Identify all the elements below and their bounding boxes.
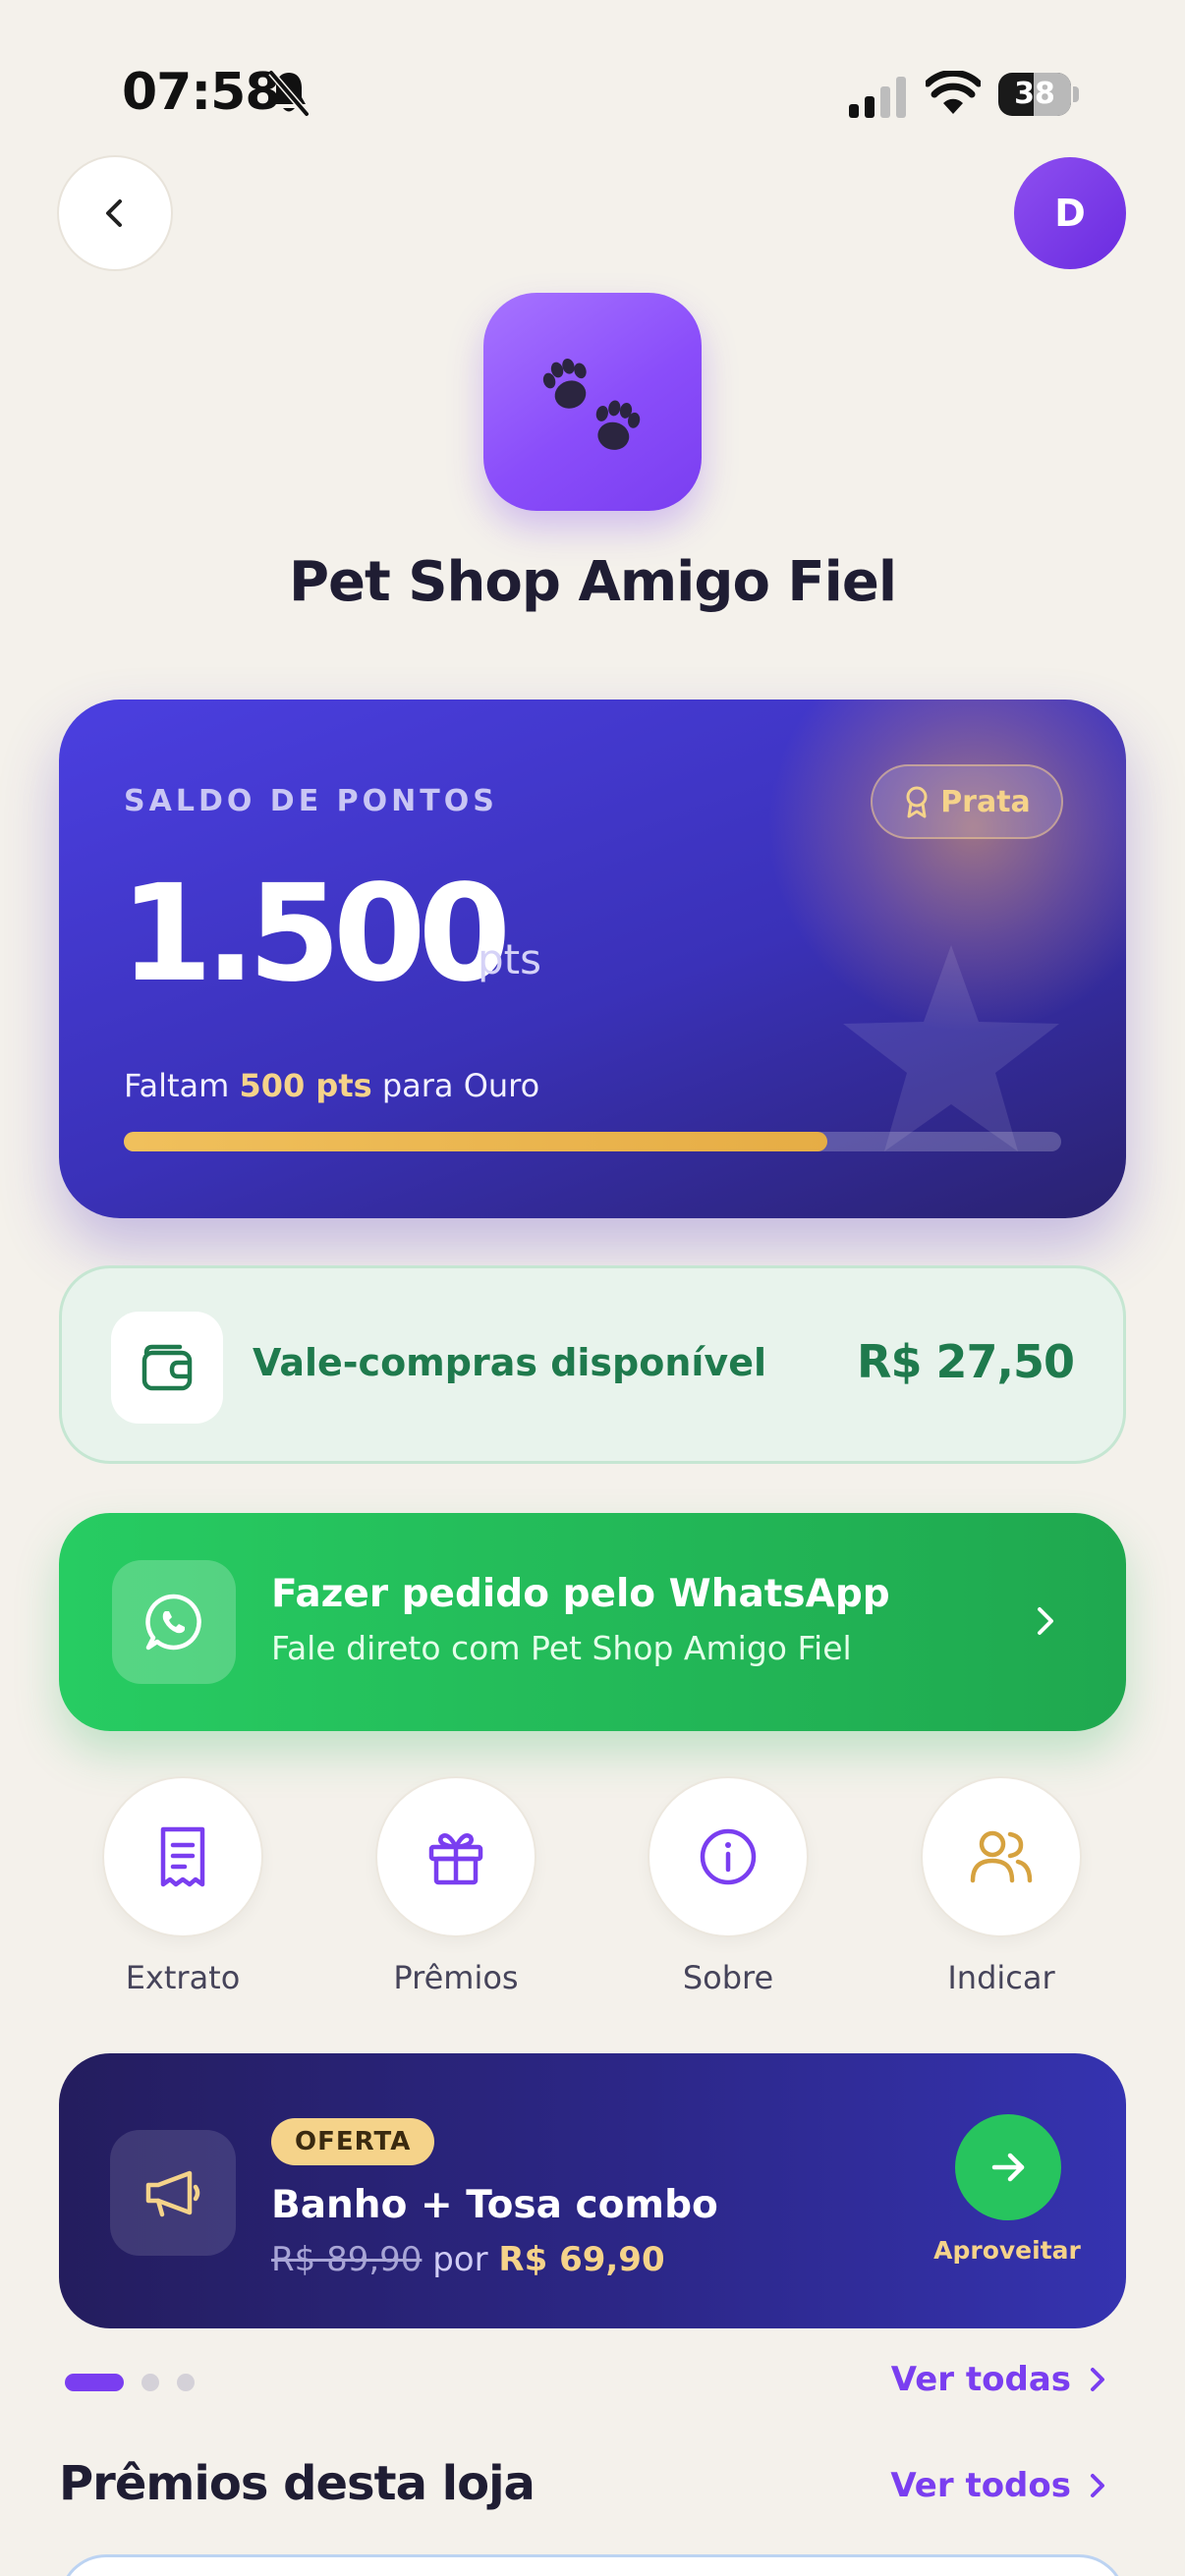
quick-action-extrato[interactable]: Extrato <box>102 1776 263 1996</box>
extrato-label: Extrato <box>125 1959 241 1996</box>
promo-cta-button[interactable] <box>955 2114 1061 2220</box>
reward-card[interactable] <box>59 2554 1126 2576</box>
progress-prefix: Faltam <box>124 1067 240 1104</box>
new-price: R$ 69,90 <box>498 2240 665 2279</box>
progress-highlight: 500 pts <box>239 1067 372 1104</box>
progress-suffix: para Ouro <box>371 1067 540 1104</box>
whatsapp-title: Fazer pedido pelo WhatsApp <box>271 1572 890 1616</box>
wallet-icon-box <box>111 1312 223 1424</box>
status-bar: 07:58 38 <box>0 0 1185 147</box>
gift-icon <box>428 1833 483 1885</box>
store-logo <box>483 293 702 511</box>
cell-signal-icon <box>849 77 906 118</box>
arrow-right-icon <box>991 2153 1025 2182</box>
whatsapp-icon-box <box>112 1560 236 1684</box>
avatar[interactable]: D <box>1014 157 1126 269</box>
receipt-icon <box>160 1826 205 1887</box>
progress-fill <box>124 1132 827 1151</box>
back-button[interactable] <box>57 155 173 271</box>
view-all-offers-link[interactable]: Ver todas <box>891 2360 1110 2399</box>
chevron-right-icon <box>1091 2368 1104 2391</box>
points-value: 1.500 <box>120 857 511 1012</box>
voucher-amount: R$ 27,50 <box>857 1335 1075 1388</box>
voucher-banner[interactable]: Vale-compras disponível R$ 27,50 <box>59 1265 1126 1464</box>
battery-icon: 38 <box>998 73 1079 116</box>
megaphone-icon <box>145 2170 200 2217</box>
indicar-button[interactable] <box>921 1776 1082 1937</box>
progress-track <box>124 1132 1061 1151</box>
premios-button[interactable] <box>375 1776 536 1937</box>
promo-price: R$ 89,90 por R$ 69,90 <box>271 2240 665 2279</box>
quick-action-indicar[interactable]: Indicar <box>921 1776 1082 1996</box>
voucher-label: Vale-compras disponível <box>253 1341 767 1384</box>
extrato-button[interactable] <box>102 1776 263 1937</box>
offer-badge: OFERTA <box>271 2118 435 2165</box>
wifi-icon <box>926 71 981 114</box>
wallet-icon <box>141 1344 193 1391</box>
info-icon <box>700 1828 757 1885</box>
view-all-offers-label: Ver todas <box>890 2360 1071 2399</box>
old-price: R$ 89,90 <box>271 2240 423 2279</box>
star-icon <box>843 945 1059 1151</box>
rewards-section-title: Prêmios desta loja <box>59 2456 536 2511</box>
quick-action-sobre[interactable]: Sobre <box>648 1776 809 1996</box>
status-time: 07:58 <box>122 63 281 122</box>
paw-icon <box>542 358 641 450</box>
premios-label: Prêmios <box>393 1959 519 1996</box>
promo-banner[interactable]: OFERTA Banho + Tosa combo R$ 89,90 por R… <box>59 2053 1126 2328</box>
view-all-rewards-label: Ver todos <box>890 2466 1071 2505</box>
points-card: SALDO DE PONTOS Prata 1.500 pts Faltam 5… <box>59 700 1126 1218</box>
points-unit: pts <box>478 935 542 983</box>
view-all-rewards-link[interactable]: Ver todos <box>890 2466 1110 2505</box>
tier-label: Prata <box>940 784 1031 819</box>
store-name: Pet Shop Amigo Fiel <box>288 550 897 614</box>
carousel-dot[interactable] <box>177 2374 195 2391</box>
sobre-button[interactable] <box>648 1776 809 1937</box>
megaphone-icon-box <box>110 2130 236 2256</box>
carousel-dot[interactable] <box>141 2374 159 2391</box>
battery-level: 38 <box>1014 77 1055 111</box>
promo-cta-label[interactable]: Aproveitar <box>914 2236 1100 2265</box>
quick-action-premios[interactable]: Prêmios <box>375 1776 536 1996</box>
avatar-initial: D <box>1054 192 1086 235</box>
award-icon <box>906 786 928 818</box>
carousel-dot-active[interactable] <box>65 2374 124 2391</box>
progress-text: Faltam 500 pts para Ouro <box>124 1067 539 1104</box>
promo-title: Banho + Tosa combo <box>271 2183 718 2227</box>
chevron-left-icon <box>106 199 122 227</box>
users-icon <box>970 1830 1033 1883</box>
whatsapp-order-button[interactable]: Fazer pedido pelo WhatsApp Fale direto c… <box>59 1513 1126 1731</box>
whatsapp-icon <box>145 1594 201 1651</box>
points-label: SALDO DE PONTOS <box>124 784 498 818</box>
price-connector: por <box>422 2240 499 2279</box>
tier-badge: Prata <box>871 764 1063 839</box>
whatsapp-subtitle: Fale direto com Pet Shop Amigo Fiel <box>271 1629 852 1667</box>
sobre-label: Sobre <box>682 1959 774 1996</box>
indicar-label: Indicar <box>947 1959 1055 1996</box>
bell-off-icon <box>268 70 310 117</box>
chevron-right-icon <box>1038 1607 1053 1635</box>
chevron-right-icon <box>1091 2474 1104 2497</box>
